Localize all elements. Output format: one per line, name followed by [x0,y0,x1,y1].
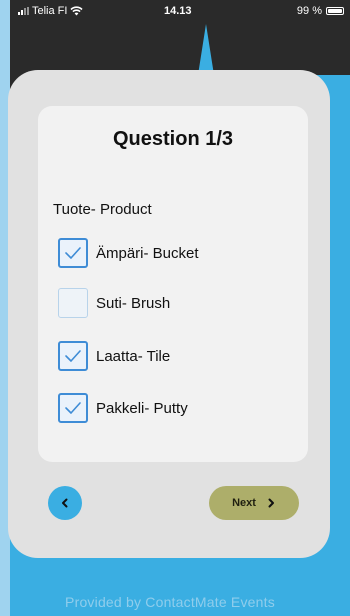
option-putty[interactable]: Pakkeli- Putty [58,392,288,424]
checkbox-checked[interactable] [58,393,88,423]
question-title: Question 1/3 [112,128,234,150]
option-label: Laatta- Tile [96,347,171,365]
option-label: Suti- Brush [96,294,171,312]
option-tile[interactable]: Laatta- Tile [58,340,288,372]
cellular-signal-icon [18,7,29,15]
checkmark-icon [65,402,81,414]
battery-icon [326,7,344,15]
footer-credit: Provided by ContactMate Events [65,594,275,610]
status-time: 14.13 [164,5,192,17]
checkbox-checked[interactable] [58,341,88,371]
chevron-right-icon [268,498,274,508]
status-right: 99 % [297,5,344,17]
option-bucket[interactable]: Ämpäri- Bucket [58,237,288,269]
question-text: Tuote- Product [53,201,152,218]
option-label: Ämpäri- Bucket [96,244,199,262]
next-button[interactable]: Next [209,486,299,520]
option-brush[interactable]: Suti- Brush [58,287,288,319]
checkmark-icon [65,350,81,362]
battery-percentage: 99 % [296,5,322,17]
checkmark-icon [65,247,81,259]
option-label: Pakkeli- Putty [96,399,188,417]
checkbox-unchecked[interactable] [58,288,88,318]
next-button-label: Next [232,497,256,509]
status-left: Telia FI [18,5,84,17]
wifi-icon [70,6,84,16]
carrier-name: Telia FI [32,5,68,17]
status-bar: Telia FI 14.13 99 % [10,0,350,24]
chevron-left-icon [62,498,68,508]
checkbox-checked[interactable] [58,238,88,268]
back-button[interactable] [48,486,82,520]
